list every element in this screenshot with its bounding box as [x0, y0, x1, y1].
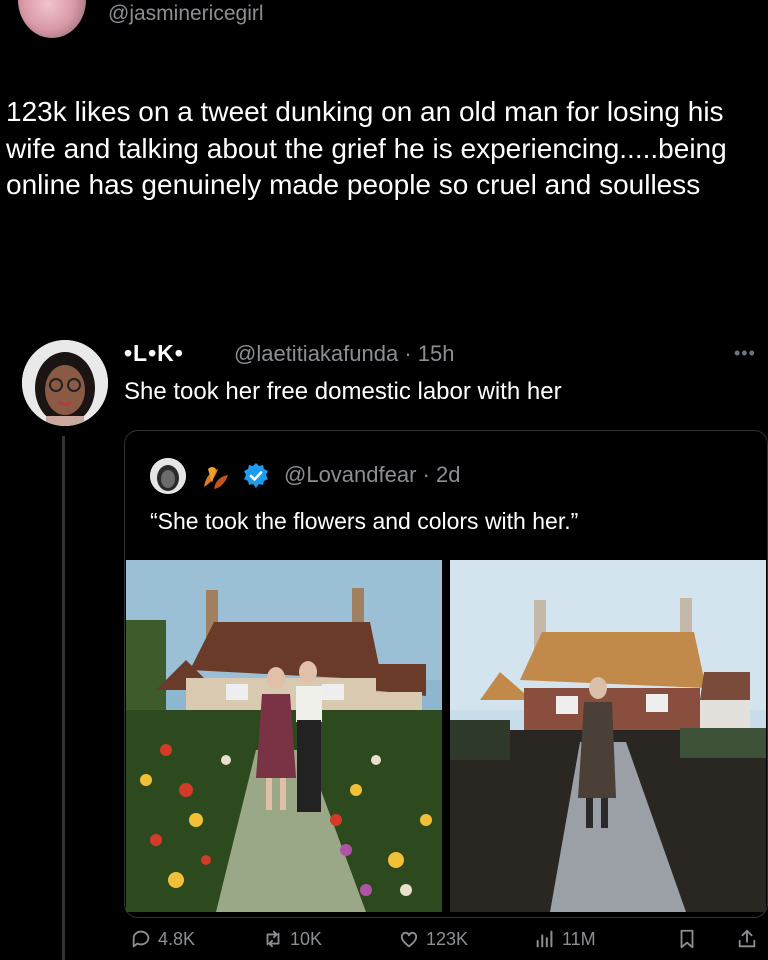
thread-line [62, 436, 65, 960]
verified-badge-icon [244, 463, 268, 488]
views-count: 11M [562, 928, 596, 949]
like-action-button[interactable]: 123K [398, 928, 468, 950]
post-text: 123k likes on a tweet dunking on an old … [6, 96, 727, 200]
share-icon [738, 929, 756, 948]
reply-action-button[interactable]: 4.8K [130, 928, 195, 950]
views-bar-chart-icon [536, 930, 553, 948]
reply-avatar-image [22, 340, 108, 426]
reply-handle-time[interactable]: @laetitiakafunda · 15h [234, 341, 454, 367]
garden-with-flowers-photo[interactable] [126, 560, 442, 912]
author-avatar[interactable] [18, 0, 86, 38]
bookmark-icon [680, 929, 694, 949]
reply-count: 4.8K [158, 928, 196, 949]
bare-garden-photo[interactable] [450, 560, 766, 912]
quoted-avatar-image [150, 458, 186, 494]
quoted-post-text: “She took the flowers and colors with he… [150, 508, 579, 534]
bookmark-button[interactable] [676, 928, 698, 950]
reply-icon [132, 930, 150, 948]
author-handle[interactable]: @jasminericegirl [108, 2, 264, 26]
like-count: 123K [426, 928, 469, 949]
reply-avatar[interactable] [22, 340, 108, 426]
heart-icon [400, 931, 418, 948]
share-button[interactable] [736, 928, 758, 950]
reply-display-name[interactable]: •L•K• [124, 340, 184, 367]
reply-text: She took her free domestic labor with he… [124, 378, 562, 405]
repost-action-button[interactable]: 10K [262, 928, 322, 950]
repost-count: 10K [290, 928, 323, 949]
leaves-emoji-icon [204, 467, 228, 489]
views-action-button[interactable]: 11M [534, 928, 596, 950]
more-options-icon[interactable]: ••• [734, 343, 756, 364]
quoted-author-avatar[interactable] [150, 458, 186, 494]
repost-icon [266, 930, 280, 948]
quoted-handle-time[interactable]: @Lovandfear · 2d [284, 462, 460, 488]
